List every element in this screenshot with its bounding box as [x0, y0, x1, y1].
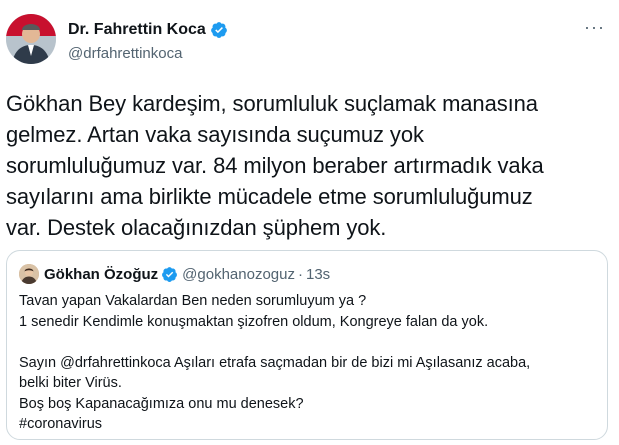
quoted-author-avatar[interactable] [19, 264, 39, 284]
quoted-tweet-text: Tavan yapan Vakalardan Ben neden sorumlu… [19, 293, 531, 432]
author-avatar-image [6, 14, 56, 64]
more-options-icon[interactable]: ··· [584, 18, 605, 36]
quoted-separator-dot: · [297, 265, 303, 283]
author-name-row: Dr. Fahrettin Koca [68, 20, 228, 40]
author-handle[interactable]: @drfahrettinkoca [68, 45, 182, 62]
author-display-name[interactable]: Dr. Fahrettin Koca [68, 21, 206, 39]
tweet-header: Dr. Fahrettin Koca @drfahrettinkoca ··· [6, 14, 613, 70]
quoted-author-handle[interactable]: @gokhanozoguz [182, 266, 295, 283]
quoted-tweet-header: Gökhan Özoğuz @gokhanozoguz · 13s [19, 263, 330, 285]
quoted-author-avatar-image [19, 264, 39, 284]
tweet-card: Dr. Fahrettin Koca @drfahrettinkoca ··· … [0, 0, 619, 445]
quoted-tweet[interactable]: Gökhan Özoğuz @gokhanozoguz · 13s Tavan … [6, 250, 608, 440]
quoted-timestamp[interactable]: 13s [306, 266, 330, 283]
quoted-verified-badge-icon [161, 266, 178, 283]
verified-badge-icon [210, 21, 228, 39]
author-avatar[interactable] [6, 14, 56, 64]
quoted-author-display-name[interactable]: Gökhan Özoğuz [44, 266, 158, 283]
tweet-text: Gökhan Bey kardeşim, sorumluluk suçlamak… [6, 91, 544, 240]
